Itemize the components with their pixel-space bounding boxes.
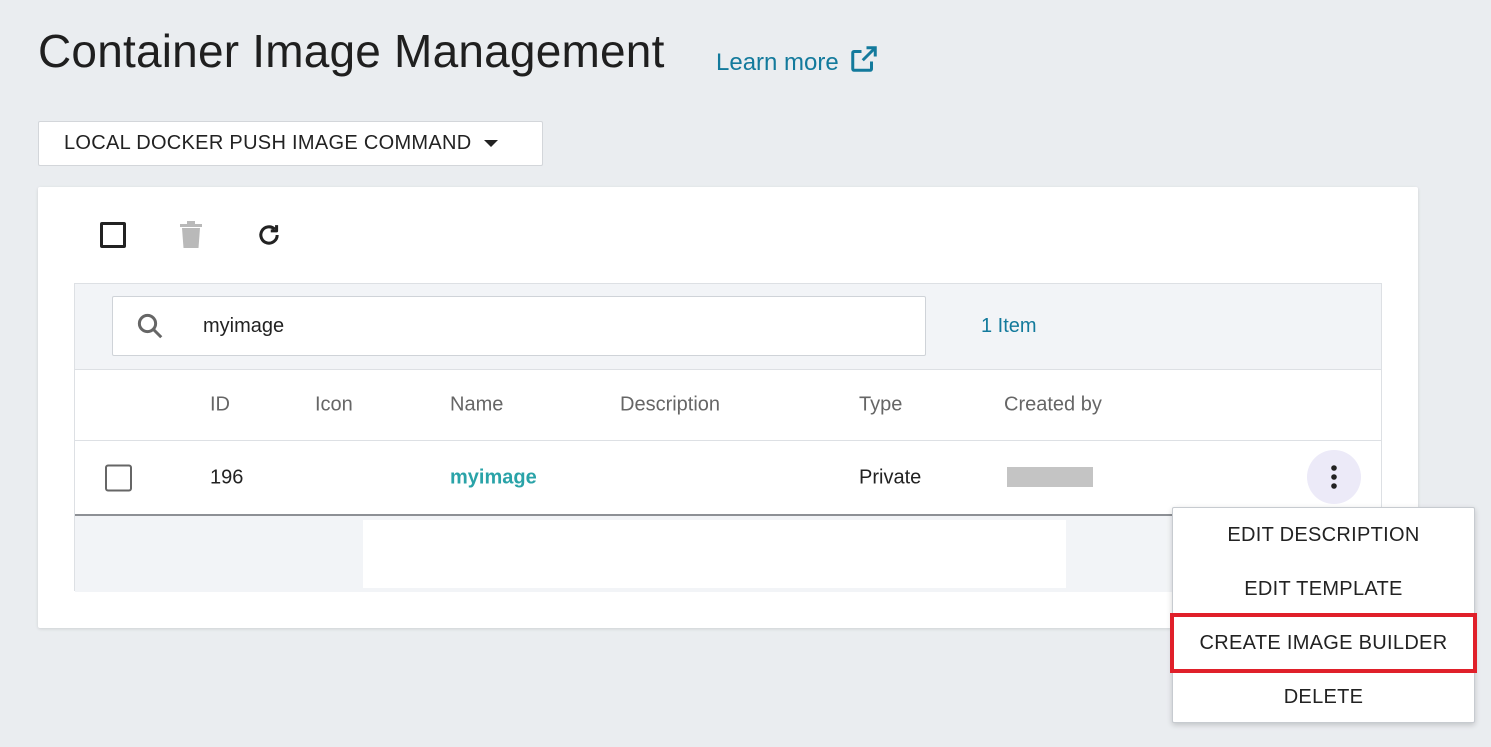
delete-button[interactable] — [176, 220, 206, 250]
cell-name-link[interactable]: myimage — [450, 466, 537, 489]
search-box[interactable] — [112, 296, 926, 356]
refresh-button[interactable] — [254, 220, 284, 250]
menu-item-edit-description[interactable]: EDIT DESCRIPTION — [1173, 508, 1474, 562]
menu-item-create-image-builder[interactable]: CREATE IMAGE BUILDER — [1170, 613, 1477, 673]
search-bar: 1 Item — [75, 284, 1381, 370]
row-checkbox[interactable] — [105, 464, 132, 491]
learn-more-link[interactable]: Learn more — [716, 44, 879, 81]
item-count: 1 Item — [981, 315, 1037, 337]
kebab-menu-icon — [1331, 465, 1337, 489]
search-icon — [137, 313, 163, 339]
checkbox-icon — [100, 222, 126, 248]
column-header-description[interactable]: Description — [620, 394, 720, 417]
select-all-checkbox[interactable] — [98, 220, 128, 250]
column-header-type[interactable]: Type — [859, 394, 902, 417]
column-header-name[interactable]: Name — [450, 394, 503, 417]
docker-push-command-dropdown[interactable]: LOCAL DOCKER PUSH IMAGE COMMAND — [38, 121, 543, 166]
cell-type: Private — [859, 466, 922, 488]
menu-item-edit-template[interactable]: EDIT TEMPLATE — [1173, 562, 1474, 616]
cell-created-by-redacted — [1007, 467, 1093, 487]
caret-down-icon — [483, 140, 498, 147]
trash-icon — [180, 221, 202, 248]
column-header-icon[interactable]: Icon — [315, 394, 353, 417]
search-input[interactable] — [203, 314, 803, 338]
docker-push-command-label: LOCAL DOCKER PUSH IMAGE COMMAND — [64, 132, 472, 154]
table-header-row: ID Icon Name Description Type Created by — [75, 370, 1381, 441]
table-row[interactable]: 196 myimage Private — [75, 441, 1381, 516]
external-link-icon — [849, 44, 879, 81]
column-header-created-by[interactable]: Created by — [1004, 394, 1102, 417]
row-actions-button[interactable] — [1307, 450, 1361, 504]
learn-more-label: Learn more — [716, 48, 839, 76]
column-header-id[interactable]: ID — [210, 394, 230, 417]
cell-id: 196 — [210, 466, 244, 488]
row-context-menu: EDIT DESCRIPTION EDIT TEMPLATE CREATE IM… — [1170, 507, 1477, 724]
table-footer-panel — [363, 520, 1066, 588]
refresh-icon — [259, 225, 279, 245]
menu-item-delete[interactable]: DELETE — [1173, 670, 1474, 724]
page-title: Container Image Management — [38, 25, 665, 77]
